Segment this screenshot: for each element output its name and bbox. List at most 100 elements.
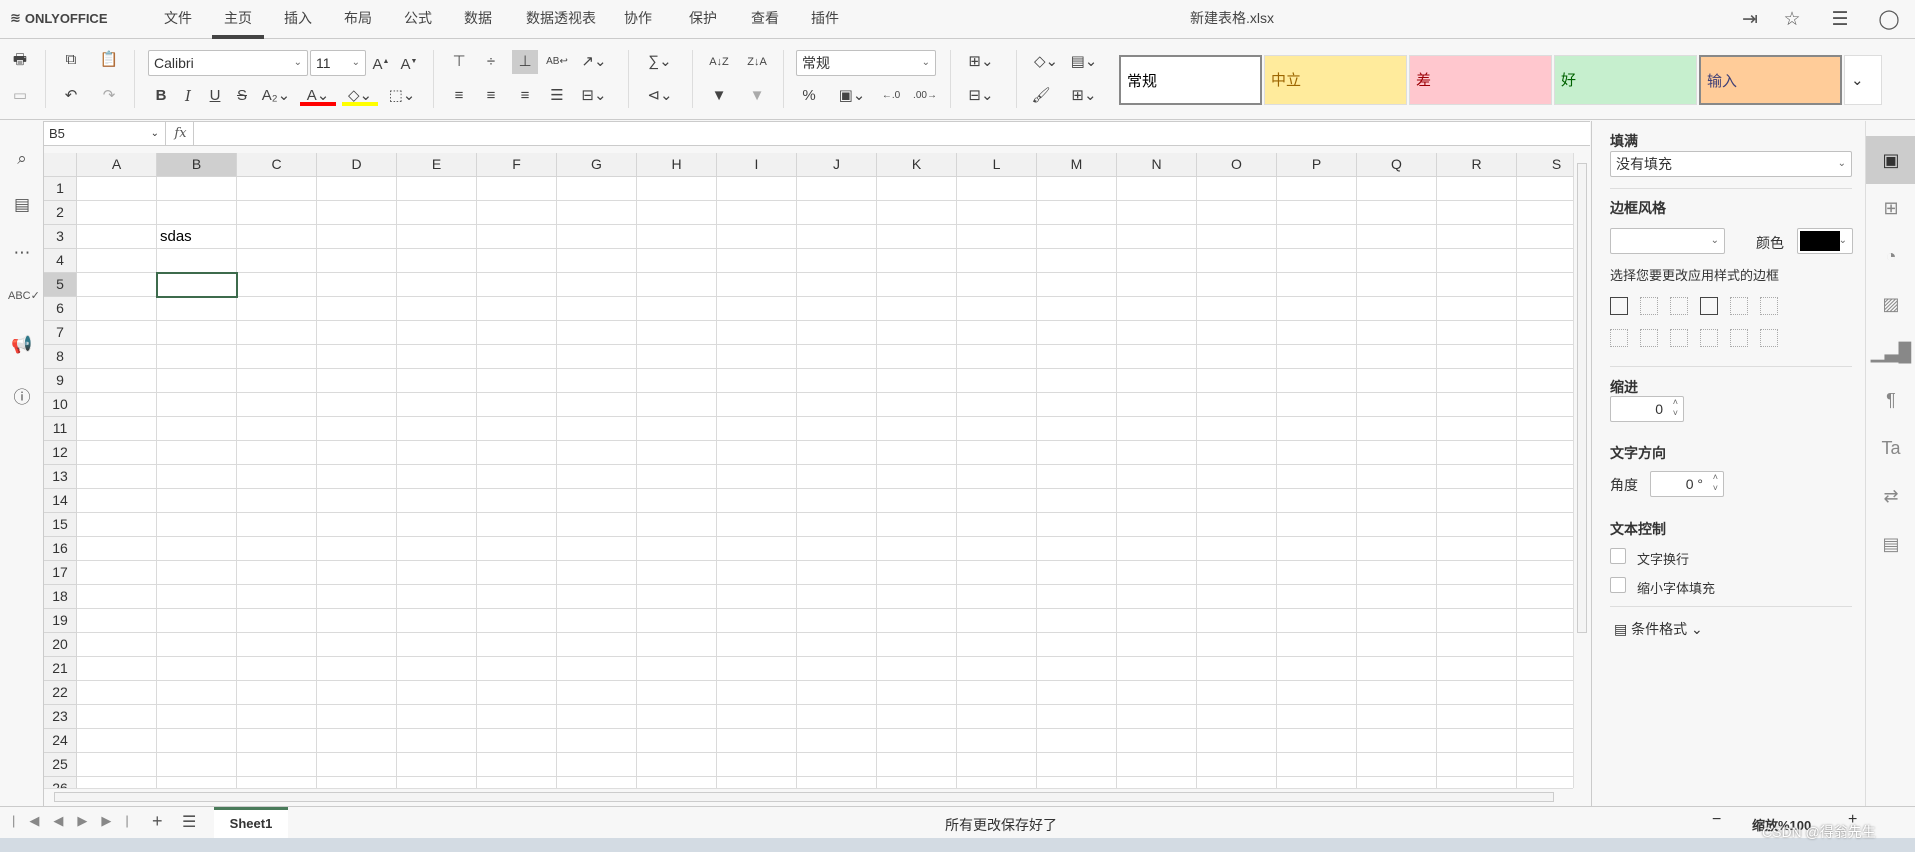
cell[interactable]: [477, 369, 557, 393]
cell[interactable]: [1437, 465, 1517, 489]
tab-4[interactable]: 公式: [392, 0, 444, 39]
sum-icon[interactable]: ∑⌄: [642, 50, 678, 74]
cell[interactable]: [237, 225, 317, 249]
cell[interactable]: [1357, 345, 1437, 369]
cell[interactable]: [1437, 753, 1517, 777]
cell[interactable]: [1037, 369, 1117, 393]
cell[interactable]: [1357, 465, 1437, 489]
cell[interactable]: [77, 681, 157, 705]
cell[interactable]: [877, 537, 957, 561]
cell[interactable]: [77, 777, 157, 788]
cell[interactable]: [1437, 609, 1517, 633]
cell[interactable]: [77, 177, 157, 201]
cell[interactable]: [317, 273, 397, 297]
cell[interactable]: [1037, 393, 1117, 417]
cell[interactable]: [1357, 393, 1437, 417]
cell[interactable]: [1517, 225, 1573, 249]
cell[interactable]: [1197, 537, 1277, 561]
cell[interactable]: [237, 633, 317, 657]
cell[interactable]: [1357, 225, 1437, 249]
border-left-icon[interactable]: [1610, 329, 1628, 347]
cell[interactable]: [797, 369, 877, 393]
cell[interactable]: [1117, 393, 1197, 417]
cell[interactable]: [397, 513, 477, 537]
row-header[interactable]: 5: [44, 273, 77, 297]
image-settings-icon[interactable]: ▨: [1866, 280, 1915, 328]
cell[interactable]: [1277, 489, 1357, 513]
cell[interactable]: [1517, 177, 1573, 201]
cell[interactable]: [1117, 441, 1197, 465]
cell[interactable]: [237, 537, 317, 561]
cell[interactable]: [1037, 657, 1117, 681]
cell[interactable]: [1277, 585, 1357, 609]
table-settings-icon[interactable]: ⊞: [1866, 184, 1915, 232]
cell[interactable]: [397, 369, 477, 393]
cell[interactable]: [1117, 561, 1197, 585]
cell[interactable]: [237, 201, 317, 225]
cell[interactable]: [77, 249, 157, 273]
cell[interactable]: [1037, 249, 1117, 273]
cell[interactable]: [1117, 321, 1197, 345]
cell[interactable]: [1037, 561, 1117, 585]
cell[interactable]: [397, 537, 477, 561]
cell[interactable]: [637, 297, 717, 321]
cell[interactable]: [717, 753, 797, 777]
cell[interactable]: [957, 681, 1037, 705]
cell[interactable]: [957, 753, 1037, 777]
chart-settings-icon[interactable]: ▁▃█: [1866, 328, 1915, 376]
cell[interactable]: [1277, 345, 1357, 369]
cell[interactable]: [1517, 705, 1573, 729]
cell[interactable]: [1517, 369, 1573, 393]
cell[interactable]: [317, 561, 397, 585]
cell[interactable]: [157, 465, 237, 489]
cell[interactable]: [317, 729, 397, 753]
cell[interactable]: [1117, 513, 1197, 537]
cell[interactable]: [317, 705, 397, 729]
cell[interactable]: [1197, 753, 1277, 777]
spellcheck-icon[interactable]: ABC✓: [8, 289, 40, 302]
cell[interactable]: [1357, 729, 1437, 753]
cell[interactable]: [637, 369, 717, 393]
cell[interactable]: [717, 369, 797, 393]
cell[interactable]: [1437, 225, 1517, 249]
cell[interactable]: [717, 681, 797, 705]
sort-ascending-icon[interactable]: A↓Z: [706, 50, 732, 74]
cell[interactable]: [1197, 345, 1277, 369]
cell[interactable]: [317, 225, 397, 249]
cell[interactable]: [1037, 633, 1117, 657]
cell[interactable]: [397, 441, 477, 465]
cell[interactable]: [477, 249, 557, 273]
select-all-corner[interactable]: [44, 153, 77, 177]
column-header[interactable]: O: [1197, 153, 1277, 177]
cell[interactable]: [1037, 609, 1117, 633]
cell[interactable]: [237, 681, 317, 705]
row-header[interactable]: 21: [44, 657, 77, 681]
cell[interactable]: [1197, 777, 1277, 788]
cell[interactable]: [477, 609, 557, 633]
row-header[interactable]: 11: [44, 417, 77, 441]
column-header[interactable]: M: [1037, 153, 1117, 177]
cell[interactable]: [717, 321, 797, 345]
cell[interactable]: [1277, 609, 1357, 633]
cell[interactable]: [237, 465, 317, 489]
cell[interactable]: [1357, 777, 1437, 788]
cell[interactable]: [877, 705, 957, 729]
feedback-icon[interactable]: 📢: [8, 335, 36, 355]
tab-6[interactable]: 数据透视表: [514, 0, 608, 39]
cell[interactable]: [1277, 369, 1357, 393]
cell[interactable]: [557, 609, 637, 633]
cell[interactable]: [637, 465, 717, 489]
border-all-icon[interactable]: [1610, 297, 1628, 315]
cell[interactable]: [1357, 681, 1437, 705]
cell[interactable]: [397, 657, 477, 681]
cell[interactable]: [797, 633, 877, 657]
cell[interactable]: [477, 417, 557, 441]
undo-icon[interactable]: ↶: [58, 84, 84, 108]
angle-spinner[interactable]: 0 ° ˄ ˅: [1650, 471, 1724, 497]
cell[interactable]: [957, 273, 1037, 297]
cell[interactable]: [797, 489, 877, 513]
cell[interactable]: [317, 297, 397, 321]
row-header[interactable]: 16: [44, 537, 77, 561]
cell[interactable]: [157, 561, 237, 585]
cell[interactable]: [557, 705, 637, 729]
